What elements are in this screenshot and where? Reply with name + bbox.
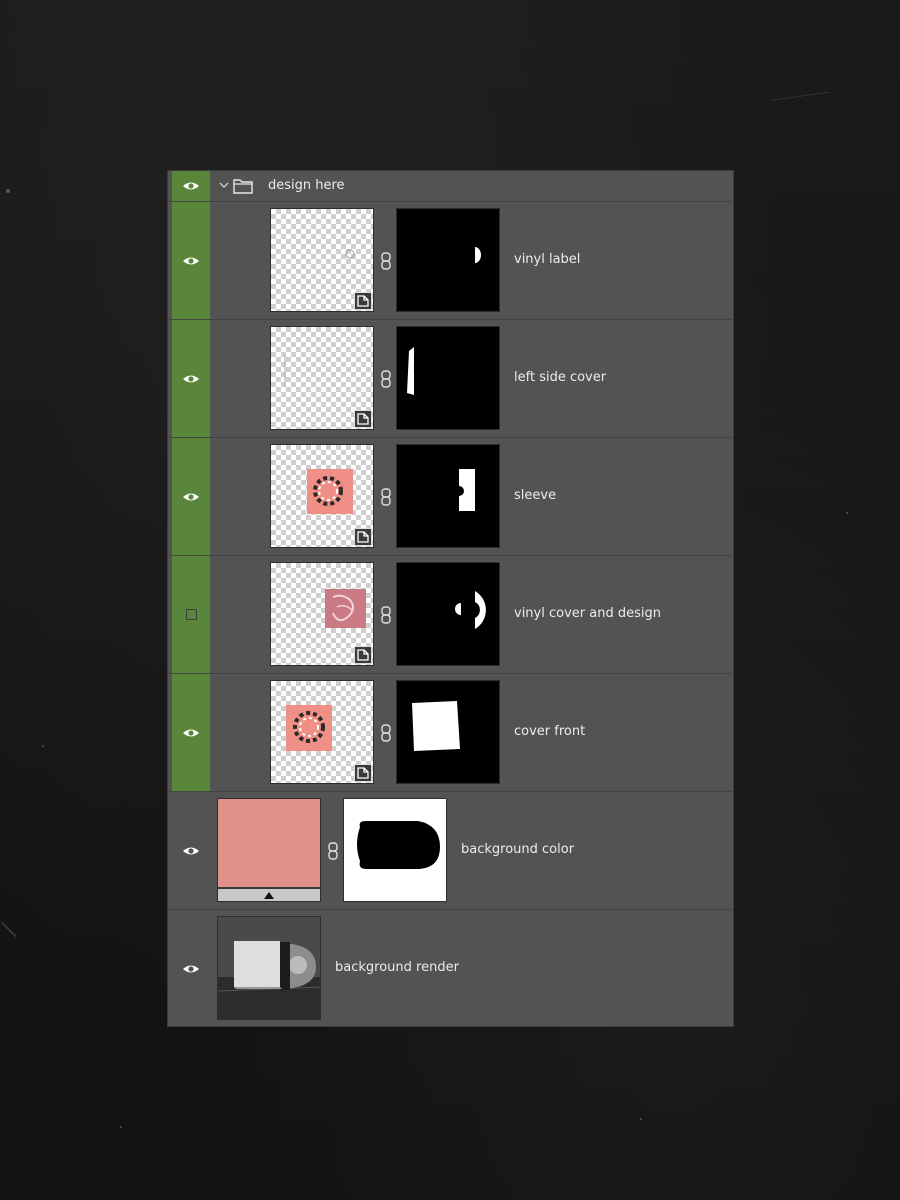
layer-row-sleeve[interactable]: sleeve bbox=[168, 438, 733, 556]
layer-name: vinyl cover and design bbox=[514, 606, 661, 621]
layer-row-background-color[interactable]: background color bbox=[168, 792, 733, 910]
layer-name: left side cover bbox=[514, 370, 607, 385]
layer-name: sleeve bbox=[514, 488, 557, 503]
background-speck bbox=[640, 1118, 642, 1120]
visibility-toggle[interactable] bbox=[172, 438, 210, 555]
folder-icon bbox=[233, 179, 253, 194]
visibility-toggle[interactable] bbox=[172, 910, 210, 1028]
layers-panel: design here vinyl label left side cover … bbox=[167, 170, 734, 1027]
smart-object-badge-icon bbox=[354, 292, 372, 310]
group-name: design here bbox=[268, 178, 345, 193]
visibility-toggle[interactable] bbox=[172, 556, 210, 673]
eye-icon bbox=[183, 182, 199, 190]
layer-mask-thumbnail[interactable] bbox=[343, 798, 447, 902]
image-layer-thumbnail[interactable] bbox=[217, 916, 321, 1020]
layer-row-cover-front[interactable]: cover front bbox=[168, 674, 733, 792]
visibility-toggle[interactable] bbox=[172, 202, 210, 319]
smart-object-badge-icon bbox=[354, 410, 372, 428]
eye-icon bbox=[183, 965, 199, 973]
layer-row-background-render[interactable]: background render bbox=[168, 910, 733, 1028]
triangle-marker-icon bbox=[264, 892, 274, 899]
chevron-down-icon[interactable] bbox=[218, 179, 230, 191]
layer-group-row[interactable]: design here bbox=[168, 171, 733, 202]
chain-link-icon[interactable] bbox=[381, 252, 391, 270]
layer-thumbnail[interactable] bbox=[270, 680, 374, 784]
smart-object-badge-icon bbox=[354, 646, 372, 664]
smart-object-badge-icon bbox=[354, 528, 372, 546]
background-speck bbox=[120, 1126, 122, 1128]
layer-row-left-side-cover[interactable]: left side cover bbox=[168, 320, 733, 438]
chain-link-icon[interactable] bbox=[381, 488, 391, 506]
layer-thumbnail[interactable] bbox=[270, 444, 374, 548]
layer-mask-thumbnail[interactable] bbox=[396, 208, 500, 312]
layer-thumbnail[interactable] bbox=[270, 562, 374, 666]
chain-link-icon[interactable] bbox=[328, 842, 338, 860]
eye-icon bbox=[183, 729, 199, 736]
background-speck bbox=[846, 512, 848, 514]
chain-link-icon[interactable] bbox=[381, 370, 391, 388]
layer-mask-thumbnail[interactable] bbox=[396, 444, 500, 548]
layer-row-vinyl-label[interactable]: vinyl label bbox=[168, 202, 733, 320]
visibility-toggle[interactable] bbox=[172, 320, 210, 437]
layer-name: cover front bbox=[514, 724, 586, 739]
background-speck bbox=[42, 745, 44, 747]
fill-layer-thumbnail[interactable] bbox=[217, 798, 321, 902]
visibility-toggle[interactable] bbox=[172, 171, 210, 201]
layer-name: background color bbox=[461, 842, 575, 857]
layer-mask-thumbnail[interactable] bbox=[396, 680, 500, 784]
visibility-off-box bbox=[185, 609, 197, 620]
visibility-toggle[interactable] bbox=[172, 792, 210, 909]
eye-icon bbox=[183, 847, 199, 854]
layer-thumbnail[interactable] bbox=[270, 326, 374, 430]
layer-mask-thumbnail[interactable] bbox=[396, 326, 500, 430]
smart-object-badge-icon bbox=[354, 764, 372, 782]
eye-icon bbox=[183, 257, 199, 264]
layer-mask-thumbnail[interactable] bbox=[396, 562, 500, 666]
eye-icon bbox=[183, 493, 199, 500]
layer-thumbnail[interactable] bbox=[270, 208, 374, 312]
layer-name: vinyl label bbox=[514, 252, 581, 267]
layer-name: background render bbox=[335, 960, 459, 975]
chain-link-icon[interactable] bbox=[381, 724, 391, 742]
background-speck bbox=[6, 189, 10, 193]
visibility-toggle[interactable] bbox=[172, 674, 210, 791]
chain-link-icon[interactable] bbox=[381, 606, 391, 624]
layer-row-vinyl-cover-and-design[interactable]: vinyl cover and design bbox=[168, 556, 733, 674]
eye-icon bbox=[183, 375, 199, 382]
